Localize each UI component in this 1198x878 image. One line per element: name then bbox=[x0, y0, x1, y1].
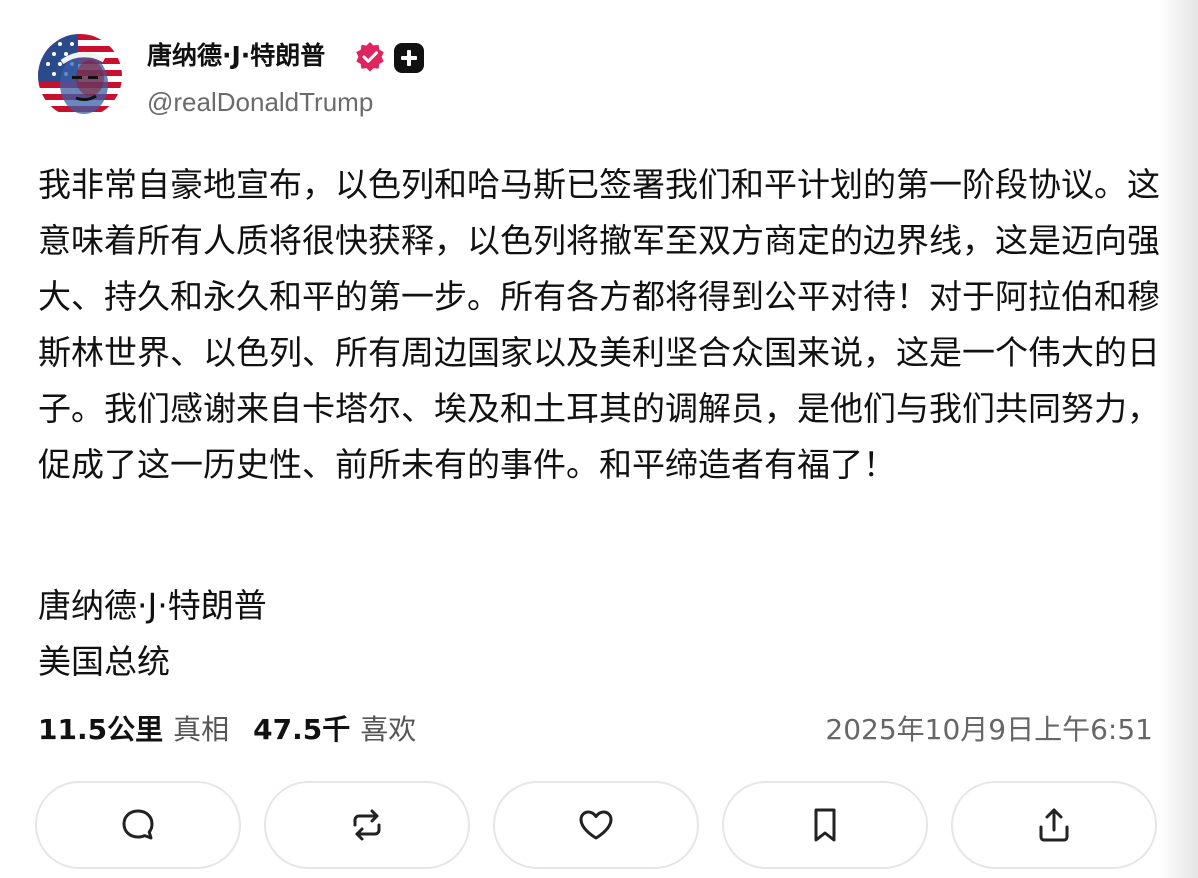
post-timestamp: 2025年10月9日上午6:51 bbox=[825, 713, 1153, 746]
truths-count[interactable]: 11.5公里 bbox=[38, 713, 163, 746]
bookmark-icon bbox=[814, 808, 836, 842]
post-body: 我非常自豪地宣布，以色列和哈马斯已签署我们和平计划的第一阶段协议。这意味着所有人… bbox=[38, 157, 1163, 493]
bookmark-button[interactable] bbox=[722, 781, 928, 869]
post-stats: 11.5公里 真相 47.5千 喜欢 bbox=[38, 708, 440, 752]
share-icon bbox=[1039, 808, 1069, 842]
reply-button[interactable] bbox=[35, 781, 241, 869]
truths-label[interactable]: 真相 bbox=[173, 713, 229, 746]
retruth-icon bbox=[353, 809, 381, 841]
verified-badge-icon bbox=[356, 42, 384, 72]
author-handle[interactable]: @realDonaldTrump bbox=[147, 84, 373, 120]
post-text: 我非常自豪地宣布，以色列和哈马斯已签署我们和平计划的第一阶段协议。这意味着所有人… bbox=[38, 165, 1160, 484]
like-button[interactable] bbox=[493, 781, 699, 869]
post-signature: 唐纳德·J·特朗普 美国总统 bbox=[38, 578, 267, 690]
avatar[interactable] bbox=[38, 34, 122, 118]
author-display-name[interactable]: 唐纳德·J·特朗普 bbox=[147, 38, 325, 74]
likes-label[interactable]: 喜欢 bbox=[360, 713, 416, 746]
signature-name: 唐纳德·J·特朗普 bbox=[38, 586, 267, 625]
plus-badge-icon bbox=[394, 43, 424, 73]
likes-count[interactable]: 47.5千 bbox=[253, 713, 350, 746]
right-edge-shadow bbox=[1158, 0, 1198, 878]
like-icon bbox=[579, 810, 613, 840]
signature-title: 美国总统 bbox=[38, 642, 170, 681]
reply-icon bbox=[122, 809, 154, 840]
action-bar bbox=[35, 781, 1160, 871]
retruth-button[interactable] bbox=[264, 781, 470, 869]
share-button[interactable] bbox=[951, 781, 1157, 869]
